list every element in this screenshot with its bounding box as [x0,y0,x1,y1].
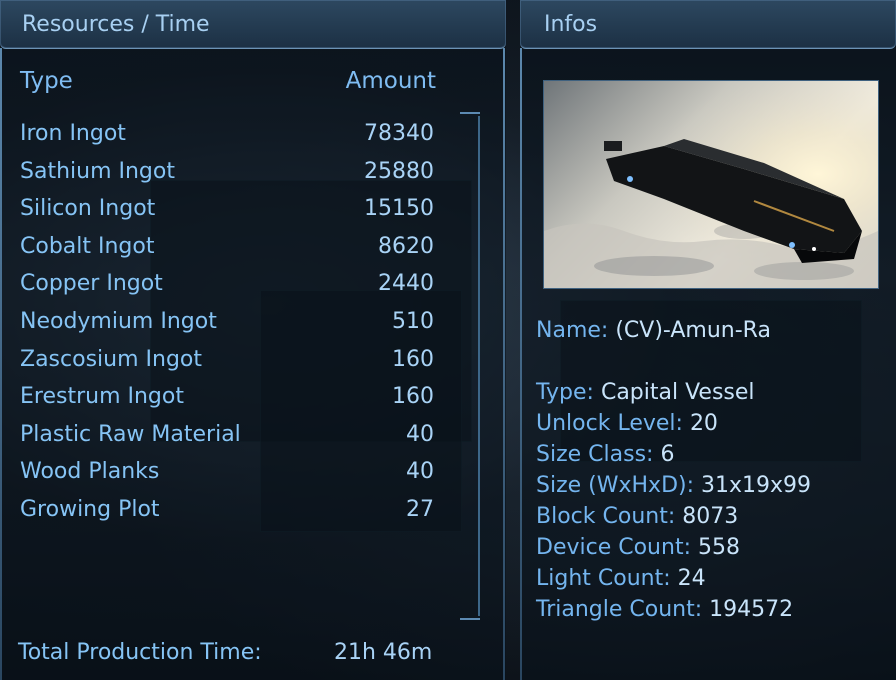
infos-panel-title: Infos [544,12,598,37]
resource-amount: 2440 [378,271,434,297]
info-value: (CV)-Amun-Ra [615,318,771,343]
resource-name: Iron Ingot [20,121,126,146]
info-label: Size Class: [536,442,654,467]
info-label: Light Count: [536,566,671,591]
info-value: 31x19x99 [701,473,812,498]
total-production-time-label: Total Production Time: [18,640,262,665]
list-item[interactable]: Iron Ingot 78340 [20,121,434,155]
info-unlock-level: Unlock Level: 20 [536,411,718,436]
info-value: 24 [677,566,706,591]
info-light-count: Light Count: 24 [536,566,706,591]
resources-panel-header: Resources / Time [0,0,506,49]
info-value: 558 [697,535,740,560]
resource-amount: 160 [392,346,434,372]
resources-panel-title: Resources / Time [22,12,210,37]
infos-panel-header: Infos [520,0,896,49]
resource-amount: 15150 [364,196,434,222]
info-type: Type: Capital Vessel [536,380,755,405]
column-header-type[interactable]: Type [20,68,73,94]
info-triangle-count: Triangle Count: 194572 [536,597,793,622]
total-production-time-value: 21h 46m [334,640,433,665]
scrollbar-track[interactable] [478,116,480,616]
column-header-amount[interactable]: Amount [346,68,436,94]
vessel-preview-image [543,80,879,289]
resource-amount: 160 [392,384,434,410]
resource-name: Neodymium Ingot [20,309,217,334]
info-device-count: Device Count: 558 [536,535,740,560]
resource-amount: 8620 [378,233,434,259]
info-size-class: Size Class: 6 [536,442,674,467]
resource-amount: 25880 [364,158,434,184]
resource-name: Cobalt Ingot [20,233,155,259]
info-value: 8073 [682,504,739,529]
resource-amount: 40 [406,421,434,447]
resource-name: Wood Planks [20,459,160,485]
panel-border [503,48,505,680]
list-item[interactable]: Growing Plot 27 [20,497,434,531]
list-item[interactable]: Zascosium Ingot 160 [20,347,434,381]
resource-name: Growing Plot [20,497,160,522]
vessel-name: Name: (CV)-Amun-Ra [536,318,771,343]
resource-name: Silicon Ingot [20,196,156,222]
info-label: Triangle Count: [536,597,703,622]
resources-panel: Resources / Time Type Amount Iron Ingot 7… [0,0,506,680]
info-value: 6 [660,442,675,467]
info-block-count: Block Count: 8073 [536,504,738,529]
list-scrollbar[interactable] [460,112,480,620]
info-label: Type: [536,380,594,405]
resource-name: Zascosium Ingot [20,346,202,372]
resource-amount: 78340 [364,121,434,146]
info-label: Block Count: [536,504,676,529]
list-item[interactable]: Wood Planks 40 [20,459,434,493]
info-value: 194572 [709,597,794,622]
panel-border [520,48,522,680]
info-label: Name: [536,318,609,343]
list-item[interactable]: Erestrum Ingot 160 [20,384,434,418]
info-label: Device Count: [536,535,691,560]
resource-amount: 40 [406,459,434,485]
scrollbar-top-cap [460,112,480,118]
list-item[interactable]: Copper Ingot 2440 [20,271,434,305]
info-label: Unlock Level: [536,411,683,436]
resource-name: Erestrum Ingot [20,384,184,410]
resource-name: Sathium Ingot [20,158,175,184]
list-item[interactable]: Neodymium Ingot 510 [20,309,434,343]
info-value: Capital Vessel [600,380,755,405]
info-label: Size (WxHxD): [536,473,695,498]
list-item[interactable]: Sathium Ingot 25880 [20,159,434,193]
resource-name: Copper Ingot [20,271,163,297]
panel-border [0,48,2,680]
resource-amount: 510 [392,309,434,334]
info-size: Size (WxHxD): 31x19x99 [536,473,811,498]
resource-amount: 27 [406,497,434,522]
list-item[interactable]: Silicon Ingot 15150 [20,196,434,230]
info-value: 20 [689,411,718,436]
vessel-illustration [544,81,878,288]
list-item[interactable]: Plastic Raw Material 40 [20,422,434,456]
resource-name: Plastic Raw Material [20,421,241,447]
list-item[interactable]: Cobalt Ingot 8620 [20,234,434,268]
scrollbar-bottom-cap [460,614,480,620]
